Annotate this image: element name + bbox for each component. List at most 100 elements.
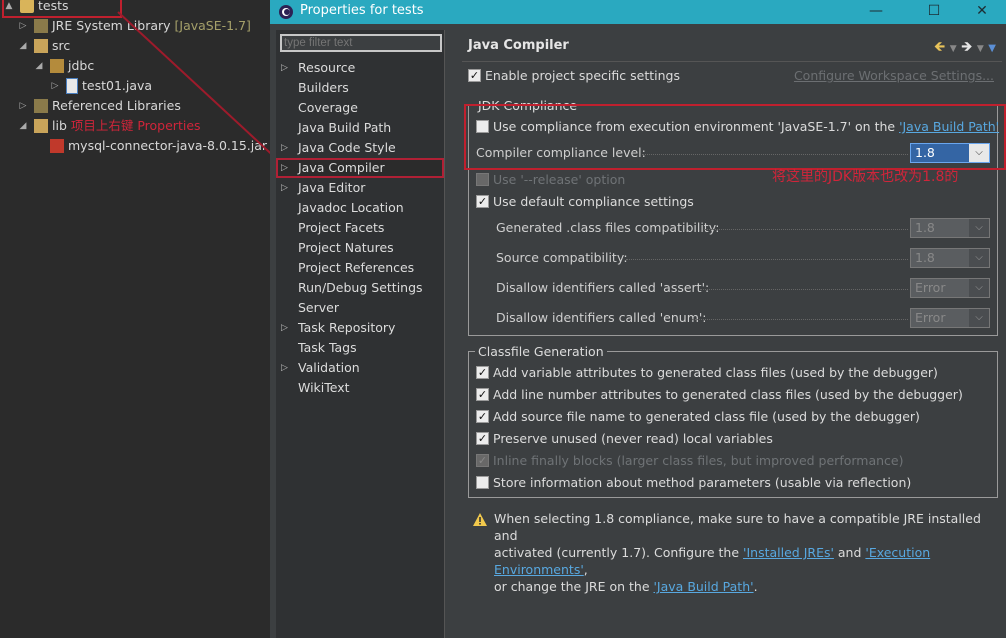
note-text: or change the JRE on the <box>494 579 654 594</box>
nav-item-wikitext[interactable]: WikiText <box>276 378 444 398</box>
assert-value: Error <box>915 280 946 295</box>
cf-line-checkbox[interactable]: ✓ Add line number attributes to generated… <box>476 386 963 404</box>
expand-arrow-icon[interactable]: ▷ <box>281 158 288 178</box>
java-build-path-link[interactable]: 'Java Build Path' <box>899 119 999 134</box>
installed-jres-link[interactable]: 'Installed JREs' <box>743 545 834 560</box>
cf-store-checkbox[interactable]: Store information about method parameter… <box>476 474 911 492</box>
warning-icon <box>473 513 487 526</box>
nav-item-resource[interactable]: ▷ Resource <box>276 58 444 78</box>
nav-item-project-natures[interactable]: Project Natures <box>276 238 444 258</box>
enum-value: Error <box>915 310 946 325</box>
java-compiler-page: Java Compiler 🡸 ▼ 🡺 ▼ ▼ ✓ Enable project … <box>456 30 1006 638</box>
expand-arrow-icon[interactable]: ▷ <box>281 58 288 78</box>
checkbox-disabled-icon[interactable] <box>476 173 489 186</box>
checkbox-checked-icon[interactable]: ✓ <box>476 388 489 401</box>
close-button[interactable]: ✕ <box>962 0 1002 24</box>
cf-inline-checkbox[interactable]: ✓ Inline finally blocks (larger class fil… <box>476 452 904 470</box>
forward-arrow-icon[interactable]: 🡺 <box>961 39 972 55</box>
dotted-leader <box>700 289 908 291</box>
expand-arrow-icon[interactable]: ▷ <box>281 318 288 338</box>
chevron-down-icon[interactable]: ▼ <box>977 44 984 54</box>
note-line-1: When selecting 1.8 compliance, make sure… <box>494 511 981 543</box>
checkbox-checked-icon[interactable]: ✓ <box>476 366 489 379</box>
checkbox-unchecked-icon[interactable] <box>476 120 489 133</box>
cf-inline-label: Inline finally blocks (larger class file… <box>493 453 904 468</box>
enable-specific-checkbox[interactable]: ✓ Enable project specific settings <box>468 67 680 85</box>
filter-input[interactable] <box>280 34 442 52</box>
nav-item-label: Validation <box>298 360 360 375</box>
checkbox-checked-icon[interactable]: ✓ <box>468 69 481 82</box>
enum-select[interactable]: Error ⌵ <box>910 308 990 328</box>
nav-item-label: Java Code Style <box>298 140 396 155</box>
view-menu-icon[interactable]: ▼ <box>988 43 996 54</box>
compliance-level-value: 1.8 <box>915 145 935 160</box>
dialog-titlebar[interactable]: Properties for tests — ☐ ✕ <box>270 0 1006 24</box>
generated-compat-value: 1.8 <box>915 220 935 235</box>
configure-workspace-link[interactable]: Configure Workspace Settings... <box>794 68 994 83</box>
nav-item-label: Run/Debug Settings <box>298 280 423 295</box>
generated-compat-select[interactable]: 1.8 ⌵ <box>910 218 990 238</box>
use-env-compliance-checkbox[interactable]: Use compliance from execution environmen… <box>476 118 999 136</box>
nav-item-coverage[interactable]: Coverage <box>276 98 444 118</box>
annotation-change-jdk: 将这里的JDK版本也改为1.8的 <box>772 169 959 185</box>
nav-item-label: Project Natures <box>298 240 394 255</box>
cf-variable-label: Add variable attributes to generated cla… <box>493 365 938 380</box>
checkbox-unchecked-icon[interactable] <box>476 476 489 489</box>
expand-arrow-icon[interactable]: ▷ <box>281 358 288 378</box>
note-java-build-path-link[interactable]: 'Java Build Path' <box>654 579 754 594</box>
chevron-down-icon[interactable]: ⌵ <box>969 309 989 327</box>
compliance-level-select[interactable]: 1.8 ⌵ <box>910 143 990 163</box>
nav-item-label: Server <box>298 300 339 315</box>
back-arrow-icon[interactable]: 🡸 <box>934 39 945 55</box>
nav-item-server[interactable]: Server <box>276 298 444 318</box>
expand-arrow-icon[interactable]: ▷ <box>281 138 288 158</box>
chevron-down-icon[interactable]: ⌵ <box>969 219 989 237</box>
nav-item-java-editor[interactable]: ▷ Java Editor <box>276 178 444 198</box>
nav-item-java-code-style[interactable]: ▷ Java Code Style <box>276 138 444 158</box>
nav-item-java-compiler[interactable]: ▷ Java Compiler <box>276 158 444 178</box>
properties-dialog: Properties for tests — ☐ ✕ ▷ Resource Buil… <box>270 0 1006 638</box>
nav-item-label: Project Facets <box>298 220 385 235</box>
cf-source-label: Add source file name to generated class … <box>493 409 920 424</box>
checkbox-checked-icon[interactable]: ✓ <box>476 410 489 423</box>
nav-item-builders[interactable]: Builders <box>276 78 444 98</box>
checkbox-checked-icon[interactable]: ✓ <box>476 195 489 208</box>
nav-item-project-references[interactable]: Project References <box>276 258 444 278</box>
source-compat-select[interactable]: 1.8 ⌵ <box>910 248 990 268</box>
release-option-label: Use '--release' option <box>493 172 626 187</box>
nav-item-label: WikiText <box>298 380 350 395</box>
cf-variable-checkbox[interactable]: ✓ Add variable attributes to generated cl… <box>476 364 938 382</box>
release-option-checkbox[interactable]: Use '--release' option <box>476 171 625 189</box>
history-nav: 🡸 ▼ 🡺 ▼ ▼ <box>934 36 996 60</box>
minimize-button[interactable]: — <box>856 0 896 24</box>
note-line-2: activated (currently 1.7). Configure the… <box>494 544 1006 578</box>
chevron-down-icon[interactable]: ⌵ <box>969 249 989 267</box>
maximize-button[interactable]: ☐ <box>914 0 954 24</box>
use-default-label: Use default compliance settings <box>493 194 694 209</box>
note-text: and <box>833 545 866 560</box>
cf-preserve-checkbox[interactable]: ✓ Preserve unused (never read) local vari… <box>476 430 773 448</box>
chevron-down-icon[interactable]: ⌵ <box>969 144 989 162</box>
source-compat-value: 1.8 <box>915 250 935 265</box>
nav-item-run-debug-settings[interactable]: Run/Debug Settings <box>276 278 444 298</box>
nav-item-label: Java Compiler <box>298 160 385 175</box>
nav-item-javadoc-location[interactable]: Javadoc Location <box>276 198 444 218</box>
assert-select[interactable]: Error ⌵ <box>910 278 990 298</box>
nav-item-task-repository[interactable]: ▷ Task Repository <box>276 318 444 338</box>
nav-item-java-build-path[interactable]: Java Build Path <box>276 118 444 138</box>
note-text: . <box>753 579 758 594</box>
checkbox-disabled-icon[interactable]: ✓ <box>476 454 489 467</box>
use-default-compliance-checkbox[interactable]: ✓ Use default compliance settings <box>476 193 694 211</box>
eclipse-icon <box>279 5 293 19</box>
chevron-down-icon[interactable]: ▼ <box>950 44 957 54</box>
nav-item-project-facets[interactable]: Project Facets <box>276 218 444 238</box>
expand-arrow-icon[interactable]: ▷ <box>281 178 288 198</box>
nav-item-validation[interactable]: ▷ Validation <box>276 358 444 378</box>
nav-item-task-tags[interactable]: Task Tags <box>276 338 444 358</box>
cf-source-checkbox[interactable]: ✓ Add source file name to generated class… <box>476 408 920 426</box>
nav-item-label: Javadoc Location <box>298 200 404 215</box>
cf-preserve-label: Preserve unused (never read) local varia… <box>493 431 773 446</box>
checkbox-checked-icon[interactable]: ✓ <box>476 432 489 445</box>
chevron-down-icon[interactable]: ⌵ <box>969 279 989 297</box>
nav-item-label: Java Build Path <box>298 120 392 135</box>
